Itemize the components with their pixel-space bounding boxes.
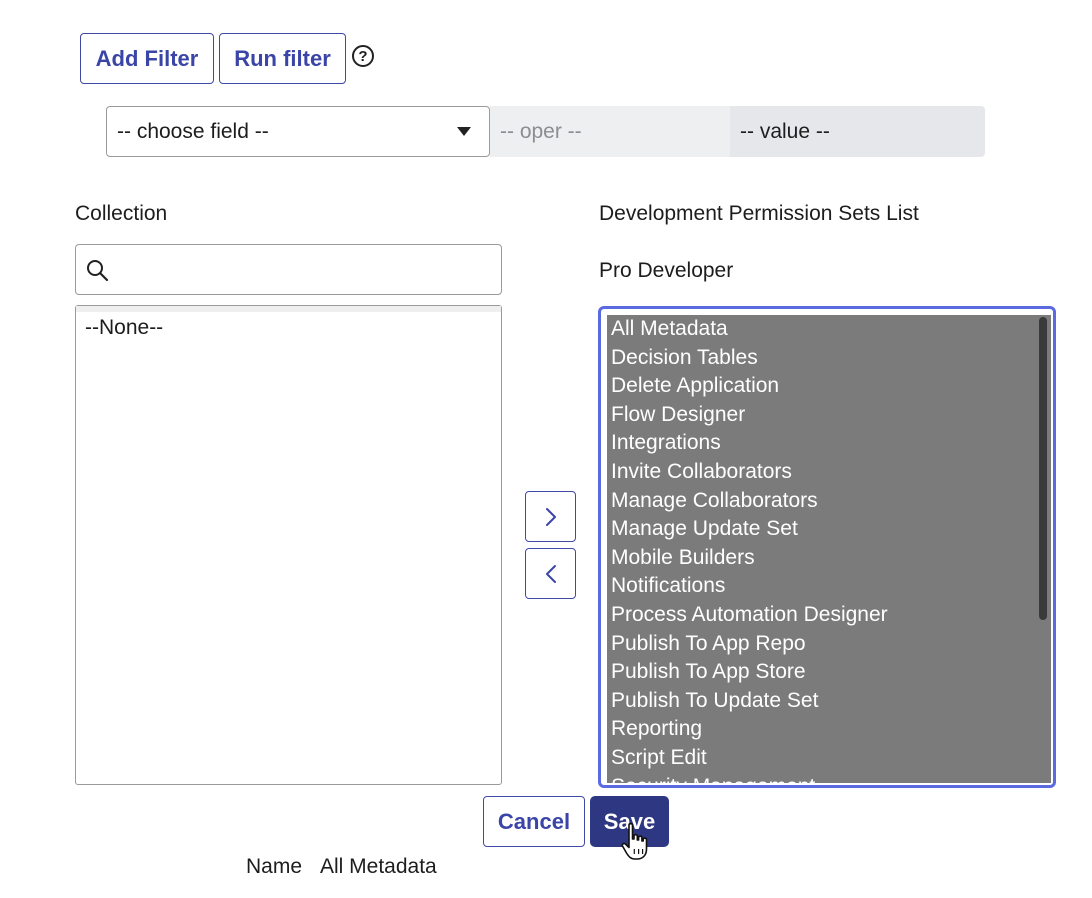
collection-list[interactable]: --None-- (75, 305, 502, 785)
list-item[interactable]: Script Edit (607, 744, 1051, 773)
hand-pointer-icon (621, 822, 648, 860)
list-item[interactable]: Delete Application (607, 372, 1051, 401)
list-item[interactable]: Mobile Builders (607, 544, 1051, 573)
list-item[interactable]: Process Automation Designer (607, 601, 1051, 630)
add-filter-button[interactable]: Add Filter (80, 33, 214, 84)
remove-from-list-button[interactable] (525, 548, 576, 599)
list-item[interactable]: Security Management (607, 773, 1051, 784)
permission-sets-heading: Development Permission Sets List (599, 202, 919, 225)
chevron-left-icon (545, 564, 556, 583)
name-label: Name (246, 855, 303, 878)
list-item[interactable]: Integrations (607, 429, 1051, 458)
list-item[interactable]: Publish To App Repo (607, 630, 1051, 659)
list-item[interactable]: All Metadata (607, 315, 1051, 344)
run-filter-button[interactable]: Run filter (219, 33, 346, 84)
permission-sets-listbox[interactable]: All Metadata Decision Tables Delete Appl… (598, 306, 1056, 788)
collection-search-input[interactable] (116, 253, 490, 287)
list-item[interactable]: --None-- (85, 316, 163, 340)
list-top-strip (76, 306, 501, 312)
value-value: -- value -- (740, 119, 830, 143)
list-item[interactable]: Manage Collaborators (607, 487, 1051, 516)
permission-sets-subheading: Pro Developer (599, 259, 734, 282)
choose-field-value: -- choose field -- (117, 119, 269, 143)
operator-select: -- oper -- (490, 106, 730, 157)
choose-field-select[interactable]: -- choose field -- (106, 106, 490, 157)
list-item[interactable]: Reporting (607, 715, 1051, 744)
caret-down-icon (457, 127, 471, 136)
collection-search[interactable] (75, 244, 502, 295)
cancel-button[interactable]: Cancel (483, 796, 585, 847)
add-to-list-button[interactable] (525, 491, 576, 542)
name-value: All Metadata (320, 855, 437, 878)
list-item[interactable]: Invite Collaborators (607, 458, 1051, 487)
value-input: -- value -- (730, 106, 985, 157)
permission-sets-options[interactable]: All Metadata Decision Tables Delete Appl… (607, 315, 1051, 783)
collection-label: Collection (75, 202, 168, 225)
list-scrollbar[interactable] (1039, 317, 1047, 620)
list-item[interactable]: Publish To Update Set (607, 687, 1051, 716)
list-item[interactable]: Manage Update Set (607, 515, 1051, 544)
list-item[interactable]: Flow Designer (607, 401, 1051, 430)
list-item[interactable]: Publish To App Store (607, 658, 1051, 687)
list-item[interactable]: Decision Tables (607, 344, 1051, 373)
chevron-right-icon (545, 507, 556, 526)
search-icon (87, 260, 109, 282)
list-item[interactable]: Notifications (607, 572, 1051, 601)
help-icon[interactable]: ? (352, 45, 374, 67)
operator-value: -- oper -- (500, 119, 582, 143)
